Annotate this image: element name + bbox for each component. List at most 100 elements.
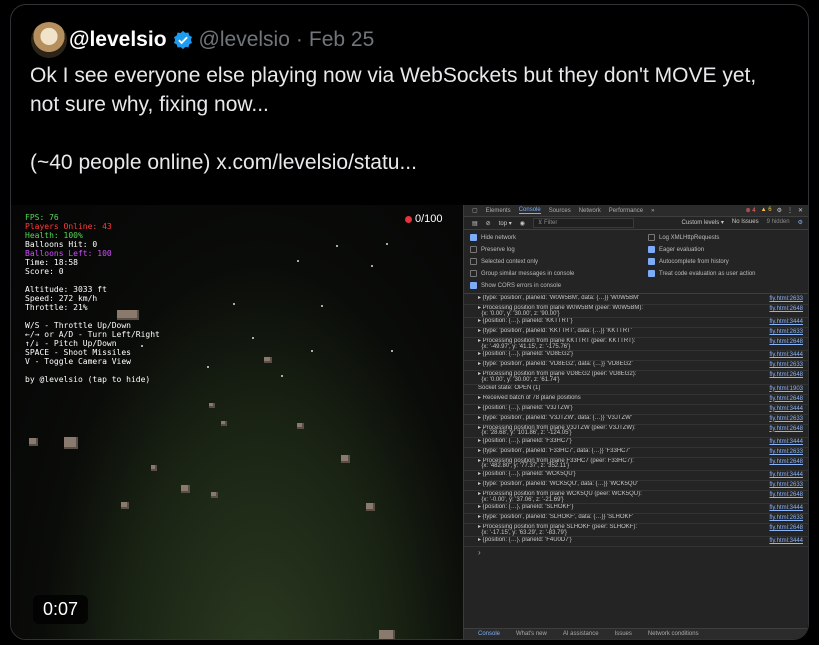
drawer-tab[interactable]: Network conditions: [648, 631, 699, 637]
context-select[interactable]: top ▾: [499, 220, 512, 227]
source-link[interactable]: fly.html:2648: [769, 395, 803, 403]
source-link[interactable]: fly.html:2633: [769, 514, 803, 522]
log-levels-select[interactable]: Custom levels ▾: [682, 219, 724, 226]
source-link[interactable]: fly.html:3444: [769, 351, 803, 359]
console-message[interactable]: ▸ {position: {…}, planeId: 'VD8EG2'} fly.…: [464, 351, 808, 362]
source-link[interactable]: fly.html:2648: [769, 305, 803, 313]
eye-icon[interactable]: ◉: [520, 220, 525, 227]
source-link[interactable]: fly.html:2648: [769, 524, 803, 532]
console-message[interactable]: ▸ {position: {…}, planeId: 'KKTTRT'} fly.…: [464, 318, 808, 329]
settings-gear-icon[interactable]: ⚙: [777, 207, 782, 214]
source-link[interactable]: fly.html:3444: [769, 537, 803, 545]
video-player[interactable]: FPS: 76 Players Online: 43 Health: 100% …: [11, 205, 808, 639]
setting-2[interactable]: Preserve log: [470, 246, 648, 253]
source-link[interactable]: fly.html:2648: [769, 491, 803, 499]
tab-elements[interactable]: Elements: [486, 208, 511, 214]
source-link[interactable]: fly.html:2633: [769, 361, 803, 369]
console-message[interactable]: ▸ {position: {…}, planeId: 'V3JTZW'} fly.…: [464, 405, 808, 415]
filter-input[interactable]: ⊻ Filter: [532, 218, 634, 228]
source-link[interactable]: fly.html:3444: [769, 471, 803, 479]
error-count-badge[interactable]: ⊗ 4: [746, 207, 756, 214]
console-message[interactable]: ▸ {position: {…}, planeId: 'F4U0D7'} fly.…: [464, 537, 808, 548]
game-hud[interactable]: FPS: 76 Players Online: 43 Health: 100% …: [25, 213, 160, 384]
console-message[interactable]: ▸ Processing position from plane WCK5QU …: [464, 491, 808, 505]
console-prompt[interactable]: ›: [464, 548, 808, 557]
drawer-tab[interactable]: What's new: [516, 631, 547, 637]
avatar[interactable]: [31, 22, 67, 58]
source-link[interactable]: fly.html:2633: [769, 481, 803, 489]
source-link[interactable]: fly.html:2633: [769, 415, 803, 423]
console-message[interactable]: ▸ Received batch of 78 plane positions fl…: [464, 395, 808, 405]
message-text: ▸ {position: {…}, planeId: 'V3JTZW'}: [478, 404, 573, 411]
close-icon[interactable]: ✕: [798, 207, 803, 214]
console-message[interactable]: ▸ {position: {…}, planeId: 'WCK5QU'} fly.…: [464, 471, 808, 481]
handle[interactable]: @levelsio: [199, 28, 290, 52]
source-link[interactable]: fly.html:3444: [769, 438, 803, 446]
setting-7[interactable]: Treat code evaluation as user action: [648, 270, 808, 277]
console-message[interactable]: ▸ {type: 'position', planeId: 'VD8EG2', …: [464, 361, 808, 372]
source-link[interactable]: fly.html:3444: [769, 504, 803, 512]
checkbox[interactable]: [648, 258, 655, 265]
drawer-tab[interactable]: AI assistance: [563, 631, 599, 637]
console-message[interactable]: ▸ Processing position from plane V3JTZW …: [464, 425, 808, 438]
setting-5[interactable]: Autocomplete from history: [648, 258, 808, 265]
checkbox[interactable]: [470, 234, 477, 241]
kebab-menu-icon[interactable]: ⋮: [787, 207, 793, 214]
checkbox[interactable]: [470, 246, 477, 253]
more-tabs-icon[interactable]: »: [651, 208, 654, 214]
tab-sources[interactable]: Sources: [549, 208, 571, 214]
source-link[interactable]: fly.html:2633: [769, 448, 803, 456]
source-link[interactable]: fly.html:3444: [769, 405, 803, 413]
tab-console[interactable]: Console: [518, 207, 541, 214]
console-message[interactable]: ▸ {type: 'position', planeId: 'SLHOKF', …: [464, 514, 808, 525]
source-link[interactable]: fly.html:2648: [769, 425, 803, 433]
console-message[interactable]: ▸ {type: 'position', planeId: 'V3JTZW', …: [464, 415, 808, 425]
console-message[interactable]: Socket state: OPEN (1) fly.html:1903: [464, 385, 808, 395]
post-text-line-3[interactable]: (~40 people online) x.com/levelsio/statu…: [30, 148, 800, 177]
setting-3[interactable]: Eager evaluation: [648, 246, 808, 253]
setting-0[interactable]: Hide network: [470, 234, 648, 241]
hud-credit[interactable]: by @levelsio (tap to hide): [25, 375, 150, 384]
display-name[interactable]: @levelsio: [69, 28, 167, 52]
console-message[interactable]: ▸ {position: {…}, planeId: 'F33HC7'} fly.…: [464, 438, 808, 448]
console-message[interactable]: ▸ {position: {…}, planeId: 'SLHOKF'} fly.…: [464, 504, 808, 515]
console-message[interactable]: ▸ {type: 'position', planeId: 'WCK5QU', …: [464, 481, 808, 491]
checkbox[interactable]: [648, 234, 655, 241]
game-view[interactable]: FPS: 76 Players Online: 43 Health: 100% …: [11, 205, 463, 639]
console-message[interactable]: ▸ Processing position from plane W0W5BM …: [464, 305, 808, 319]
warning-count-badge[interactable]: ▲ 6: [761, 207, 772, 214]
drawer-tab[interactable]: Issues: [615, 631, 632, 637]
source-link[interactable]: fly.html:2648: [769, 458, 803, 466]
console-message[interactable]: ▸ {type: 'position', planeId: 'W0W5BM', …: [464, 295, 808, 305]
checkbox[interactable]: [648, 246, 655, 253]
checkbox[interactable]: [648, 270, 655, 277]
issues-indicator[interactable]: No Issues: [732, 219, 759, 226]
source-link[interactable]: fly.html:2633: [769, 328, 803, 336]
console-message[interactable]: ▸ Processing position from plane SLHOKF …: [464, 524, 808, 538]
console-message[interactable]: ▸ {type: 'position', planeId: 'F33HC7', …: [464, 448, 808, 458]
setting-1[interactable]: Log XMLHttpRequests: [648, 234, 808, 241]
source-link[interactable]: fly.html:3444: [769, 318, 803, 326]
source-link[interactable]: fly.html:2648: [769, 338, 803, 346]
setting-6[interactable]: Group similar messages in console: [470, 270, 648, 277]
console-message[interactable]: ▸ Processing position from plane VD8EG2 …: [464, 371, 808, 385]
source-link[interactable]: fly.html:2633: [769, 295, 803, 303]
source-link[interactable]: fly.html:1903: [769, 385, 803, 393]
tab-performance[interactable]: Performance: [609, 208, 643, 214]
clear-console-icon[interactable]: ⊘: [486, 220, 491, 227]
console-message[interactable]: ▸ Processing position from plane KKTTRT …: [464, 338, 808, 352]
device-toggle-icon[interactable]: ▢: [472, 207, 478, 214]
setting-8[interactable]: Show CORS errors in console: [470, 282, 648, 289]
checkbox[interactable]: [470, 282, 477, 289]
post-date[interactable]: Feb 25: [309, 28, 374, 52]
console-settings-icon[interactable]: ⚙: [798, 219, 803, 226]
checkbox[interactable]: [470, 258, 477, 265]
checkbox[interactable]: [470, 270, 477, 277]
drawer-tab[interactable]: Console: [478, 631, 500, 637]
console-message[interactable]: ▸ Processing position from plane F33HC7 …: [464, 458, 808, 471]
console-message[interactable]: ▸ {type: 'position', planeId: 'KKTTRT', …: [464, 328, 808, 339]
sidebar-toggle-icon[interactable]: ▤: [472, 220, 478, 227]
tab-network[interactable]: Network: [579, 208, 601, 214]
source-link[interactable]: fly.html:2648: [769, 371, 803, 379]
setting-4[interactable]: Selected context only: [470, 258, 648, 265]
